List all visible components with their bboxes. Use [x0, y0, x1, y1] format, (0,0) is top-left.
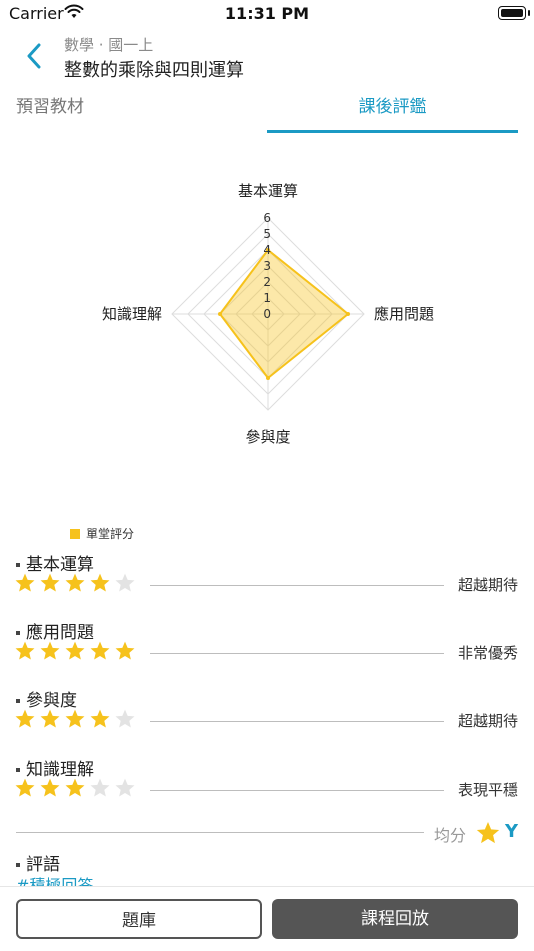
radar-tick-label: 6 [263, 211, 271, 225]
legend-swatch [70, 528, 80, 539]
star-filled-icon [40, 641, 60, 660]
star-filled-icon [15, 778, 35, 797]
subject-label: 數學 · 國一上 [64, 36, 154, 54]
star-empty-icon [115, 778, 135, 797]
radar-ticks: 0 1 2 3 4 5 6 [263, 211, 271, 321]
radar-point [346, 312, 350, 316]
nav-header: 數學 · 國一上 整數的乘除與四則運算 [0, 30, 534, 86]
course-replay-button[interactable]: 課程回放 [272, 899, 518, 939]
star-filled-icon [65, 709, 85, 728]
star-filled-icon [90, 641, 110, 660]
tab-bar: 預習教材 課後評鑑 [0, 88, 534, 134]
star-filled-icon [115, 641, 135, 660]
rating-level: 超越期待 [457, 576, 518, 594]
star-filled-icon [65, 641, 85, 660]
comment-tag: #積極回答 [16, 876, 94, 886]
tab-preview-material[interactable]: 預習教材 [16, 88, 84, 130]
radar-tick-label: 1 [263, 291, 271, 305]
rating-level: 表現平穩 [457, 781, 518, 799]
rating-row: 應用問題 非常優秀 [0, 618, 534, 678]
star-filled-icon [65, 778, 85, 797]
radar-point [218, 312, 222, 316]
radar-axis-label: 參與度 [245, 428, 290, 446]
rating-row: 參與度 超越期待 [0, 686, 534, 746]
rating-divider [150, 585, 444, 586]
radar-tick-label: 4 [263, 243, 271, 257]
average-divider [16, 832, 424, 833]
radar-axis-label: 應用問題 [374, 305, 434, 323]
question-bank-button[interactable]: 題庫 [16, 899, 262, 939]
star-rating [14, 777, 136, 799]
rating-level: 非常優秀 [457, 644, 518, 662]
star-empty-icon [115, 573, 135, 592]
chevron-left-icon [27, 43, 41, 69]
star-filled-icon [40, 573, 60, 592]
average-label: 均分 [433, 826, 466, 845]
rating-divider [150, 653, 444, 654]
star-filled-icon [15, 709, 35, 728]
chart-legend: 單堂評分 [70, 525, 134, 542]
star-filled-icon [40, 709, 60, 728]
rating-row: 基本運算 超越期待 [0, 550, 534, 610]
star-filled-icon [15, 573, 35, 592]
star-filled-icon [15, 641, 35, 660]
star-rating [14, 708, 136, 730]
radar-series-area [218, 248, 350, 380]
radar-axis-label: 基本運算 [238, 182, 298, 200]
average-score-row: 均分 Y [0, 818, 534, 848]
tab-post-class-evaluation[interactable]: 課後評鑑 [267, 88, 518, 133]
star-empty-icon [115, 709, 135, 728]
radar-tick-label: 5 [263, 227, 271, 241]
status-bar: Carrier 11:31 PM [0, 0, 534, 30]
rating-divider [150, 790, 444, 791]
star-filled-icon [40, 778, 60, 797]
star-rating [14, 640, 136, 662]
rating-row: 知識理解 表現平穩 [0, 755, 534, 815]
radar-series [218, 248, 350, 380]
radar-point [266, 376, 270, 380]
status-time: 11:31 PM [224, 4, 310, 23]
star-rating [14, 572, 136, 594]
rating-level: 超越期待 [457, 712, 518, 730]
star-empty-icon [90, 778, 110, 797]
page-title: 整數的乘除與四則運算 [64, 60, 244, 81]
radar-chart: 0 1 2 3 4 5 6 基本運算應用問題參與度 知識理解 [102, 182, 434, 446]
radar-tick-label: 3 [263, 259, 271, 273]
battery-icon [498, 6, 530, 20]
back-button[interactable] [16, 38, 52, 74]
bottom-action-bar: 題庫 課程回放 [0, 886, 534, 951]
radar-axis-label: 知識理解 [102, 305, 162, 323]
star-icon [476, 821, 500, 844]
star-filled-icon [65, 573, 85, 592]
rating-divider [150, 721, 444, 722]
average-value: Y [504, 821, 518, 842]
legend-label: 單堂評分 [86, 527, 135, 541]
star-filled-icon [90, 709, 110, 728]
radar-tick-label: 2 [263, 275, 271, 289]
radar-tick-label: 0 [263, 307, 271, 321]
star-filled-icon [90, 573, 110, 592]
